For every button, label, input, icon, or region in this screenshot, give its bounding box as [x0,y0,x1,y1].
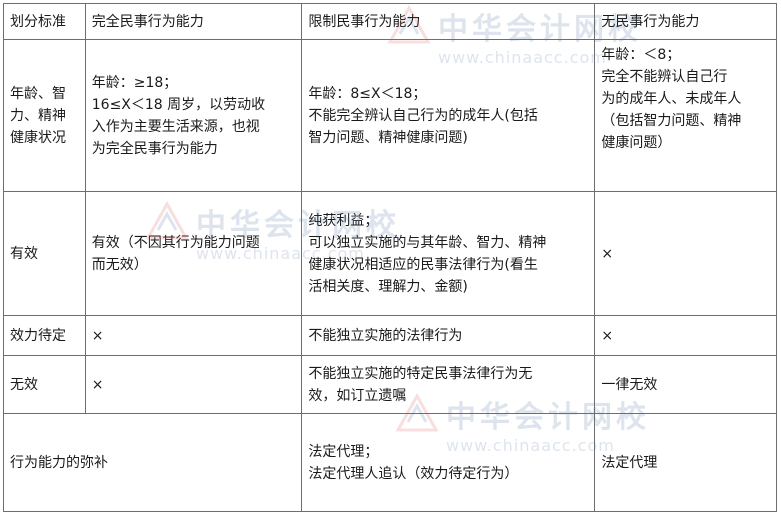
table-row-valid: 有效 有效（不因其行为能力问题 而无效） 纯获利益； 可以独立实施的与其年龄、智… [3,191,777,316]
cell-none-age: 年龄：＜8； 完全不能辨认自己行 为的成年人、未成年人 （包括智力问题、精神 健… [594,39,777,192]
cell-none-pending: × [594,315,777,356]
header-row: 划分标准 完全民事行为能力 限制民事行为能力 无民事行为能力 [3,3,777,40]
row-label-valid: 有效 [3,191,86,316]
cell-limited-remedy: 法定代理； 法定代理人追认（效力待定行为） [301,413,596,512]
row-label-remedy: 行为能力的弥补 [2,413,303,512]
header-limited-capacity: 限制民事行为能力 [301,3,596,40]
cell-none-valid: × [594,191,777,316]
table-row-remedy: 行为能力的弥补 法定代理； 法定代理人追认（效力待定行为） 法定代理 [2,413,777,512]
cell-full-valid: 有效（不因其行为能力问题 而无效） [84,191,303,316]
cell-none-void: 一律无效 [594,355,777,414]
cell-limited-pending: 不能独立实施的法律行为 [301,315,596,356]
table-row-void: 无效 × 不能独立实施的特定民事法律行为无 效，如订立遗嘱 一律无效 [3,355,777,414]
table-row-pending: 效力待定 × 不能独立实施的法律行为 × [3,315,777,356]
cell-limited-void: 不能独立实施的特定民事法律行为无 效，如订立遗嘱 [301,355,596,414]
row-label-pending: 效力待定 [3,315,86,356]
cell-full-pending: × [84,315,303,356]
cell-limited-age: 年龄：8≤X＜18； 不能完全辨认自己行为的成年人(包括 智力问题、精神健康问题… [301,39,596,192]
header-criterion: 划分标准 [3,3,86,40]
cell-full-age: 年龄：≥18； 16≤X＜18 周岁，以劳动收 入作为主要生活来源，也视 为完全… [84,39,303,192]
row-label-age: 年龄、智 力、精神 健康状况 [3,39,86,192]
header-full-capacity: 完全民事行为能力 [84,3,303,40]
row-label-void: 无效 [3,355,86,414]
header-no-capacity: 无民事行为能力 [594,3,777,40]
table-row-age: 年龄、智 力、精神 健康状况 年龄：≥18； 16≤X＜18 周岁，以劳动收 入… [3,39,777,192]
capacity-comparison-table: 划分标准 完全民事行为能力 限制民事行为能力 无民事行为能力 年龄、智 力、精神… [2,3,777,512]
cell-full-void: × [84,355,303,414]
cell-limited-valid: 纯获利益； 可以独立实施的与其年龄、智力、精神 健康状况相适应的民事法律行为(看… [301,191,596,316]
cell-none-remedy: 法定代理 [594,413,777,512]
